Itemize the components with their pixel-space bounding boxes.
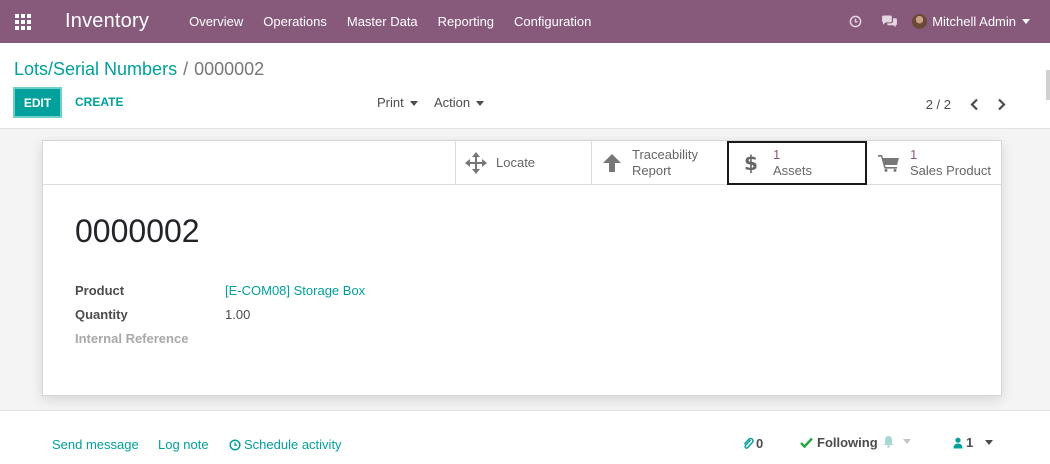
pager: 2 / 2 [926,95,1015,113]
following-button[interactable]: Following [800,435,878,450]
sales-product-button[interactable]: 1 Sales Product [867,141,1001,185]
send-message-button[interactable]: Send message [52,437,139,452]
assets-button[interactable]: $ 1 Assets [727,141,867,185]
chevron-down-icon [985,440,994,445]
avatar [912,14,928,29]
traceability-label-line2: Report [632,163,672,178]
following-label: Following [817,435,878,450]
traceability-report-button[interactable]: Traceability Report [591,141,727,185]
breadcrumb: Lots/Serial Numbers /0000002 [14,59,264,80]
record-title: 0000002 [75,213,200,249]
pager-previous-button[interactable] [961,95,988,113]
chevron-down-icon [1022,19,1030,24]
breadcrumb-parent[interactable]: Lots/Serial Numbers [14,59,177,79]
arrow-up-icon [592,153,632,173]
user-name: Mitchell Admin [932,14,1016,29]
assets-count: 1 [773,147,781,162]
sales-label: Sales Product [910,163,991,178]
chevron-left-icon [970,98,978,110]
field-label-product: Product [75,283,125,298]
followers-count: 1 [966,435,974,450]
locate-label: Locate [496,155,536,170]
app-title[interactable]: Inventory [65,10,149,33]
chevron-down-icon [903,439,911,444]
smart-button-box: Locate Traceability Report $ 1 Assets 1 … [43,141,1001,185]
edit-button[interactable]: EDIT [13,87,62,118]
field-value-product[interactable]: [E-COM08] Storage Box [225,283,365,298]
action-dropdown[interactable]: Action [434,95,485,110]
chevron-down-icon [476,101,485,107]
log-note-button[interactable]: Log note [158,437,209,452]
svg-text:$: $ [744,152,758,174]
scrollbar[interactable] [1046,70,1050,100]
followers-button[interactable]: 1 [953,435,994,450]
breadcrumb-current: 0000002 [194,59,265,79]
control-panel: Lots/Serial Numbers/0000002 EDIT CREATE … [0,43,1050,129]
pager-value[interactable]: 2 / 2 [926,97,951,112]
traceability-label-line1: Traceability [632,147,698,162]
navbar-systray: Mitchell Admin [838,0,1050,43]
print-label: Print [377,95,404,110]
chat-icon[interactable] [872,0,906,43]
notification-settings-button[interactable] [882,435,911,448]
schedule-activity-label: Schedule activity [244,437,342,452]
user-icon [953,437,963,448]
paperclip-icon [743,437,754,449]
arrows-move-icon [456,152,496,174]
menu-item-master-data[interactable]: Master Data [337,0,428,43]
print-dropdown[interactable]: Print [377,95,418,110]
cart-icon [867,154,910,172]
top-navbar: Inventory Overview Operations Master Dat… [0,0,1050,43]
attachments-count: 0 [756,436,764,451]
menu-item-overview[interactable]: Overview [179,0,253,43]
create-button[interactable]: CREATE [75,95,123,109]
user-menu[interactable]: Mitchell Admin [906,14,1050,29]
locate-button[interactable]: Locate [455,141,591,185]
chevron-down-icon [409,101,418,107]
pager-next-button[interactable] [988,95,1015,113]
menu-item-operations[interactable]: Operations [253,0,337,43]
chevron-right-icon [998,98,1006,110]
attachments-button[interactable]: 0 [742,436,763,451]
chatter: Send message Log note Schedule activity … [0,410,1050,464]
assets-label: Assets [773,163,813,178]
form-sheet: Locate Traceability Report $ 1 Assets 1 … [42,140,1002,396]
schedule-activity-button[interactable]: Schedule activity [229,437,342,452]
menu-item-reporting[interactable]: Reporting [428,0,504,43]
breadcrumb-separator: / [183,59,189,79]
field-value-quantity: 1.00 [225,307,251,322]
clock-icon [229,438,241,451]
check-icon [800,437,813,448]
apps-grid-icon[interactable] [0,0,46,43]
action-label: Action [434,95,471,110]
menu-item-configuration[interactable]: Configuration [504,0,601,43]
clock-icon[interactable] [838,0,872,43]
dollar-icon: $ [729,152,773,174]
bell-icon [883,436,894,448]
sales-count: 1 [910,147,918,162]
field-label-internal-reference: Internal Reference [75,331,189,346]
field-label-quantity: Quantity [75,307,128,322]
main-menu: Overview Operations Master Data Reportin… [179,0,601,43]
